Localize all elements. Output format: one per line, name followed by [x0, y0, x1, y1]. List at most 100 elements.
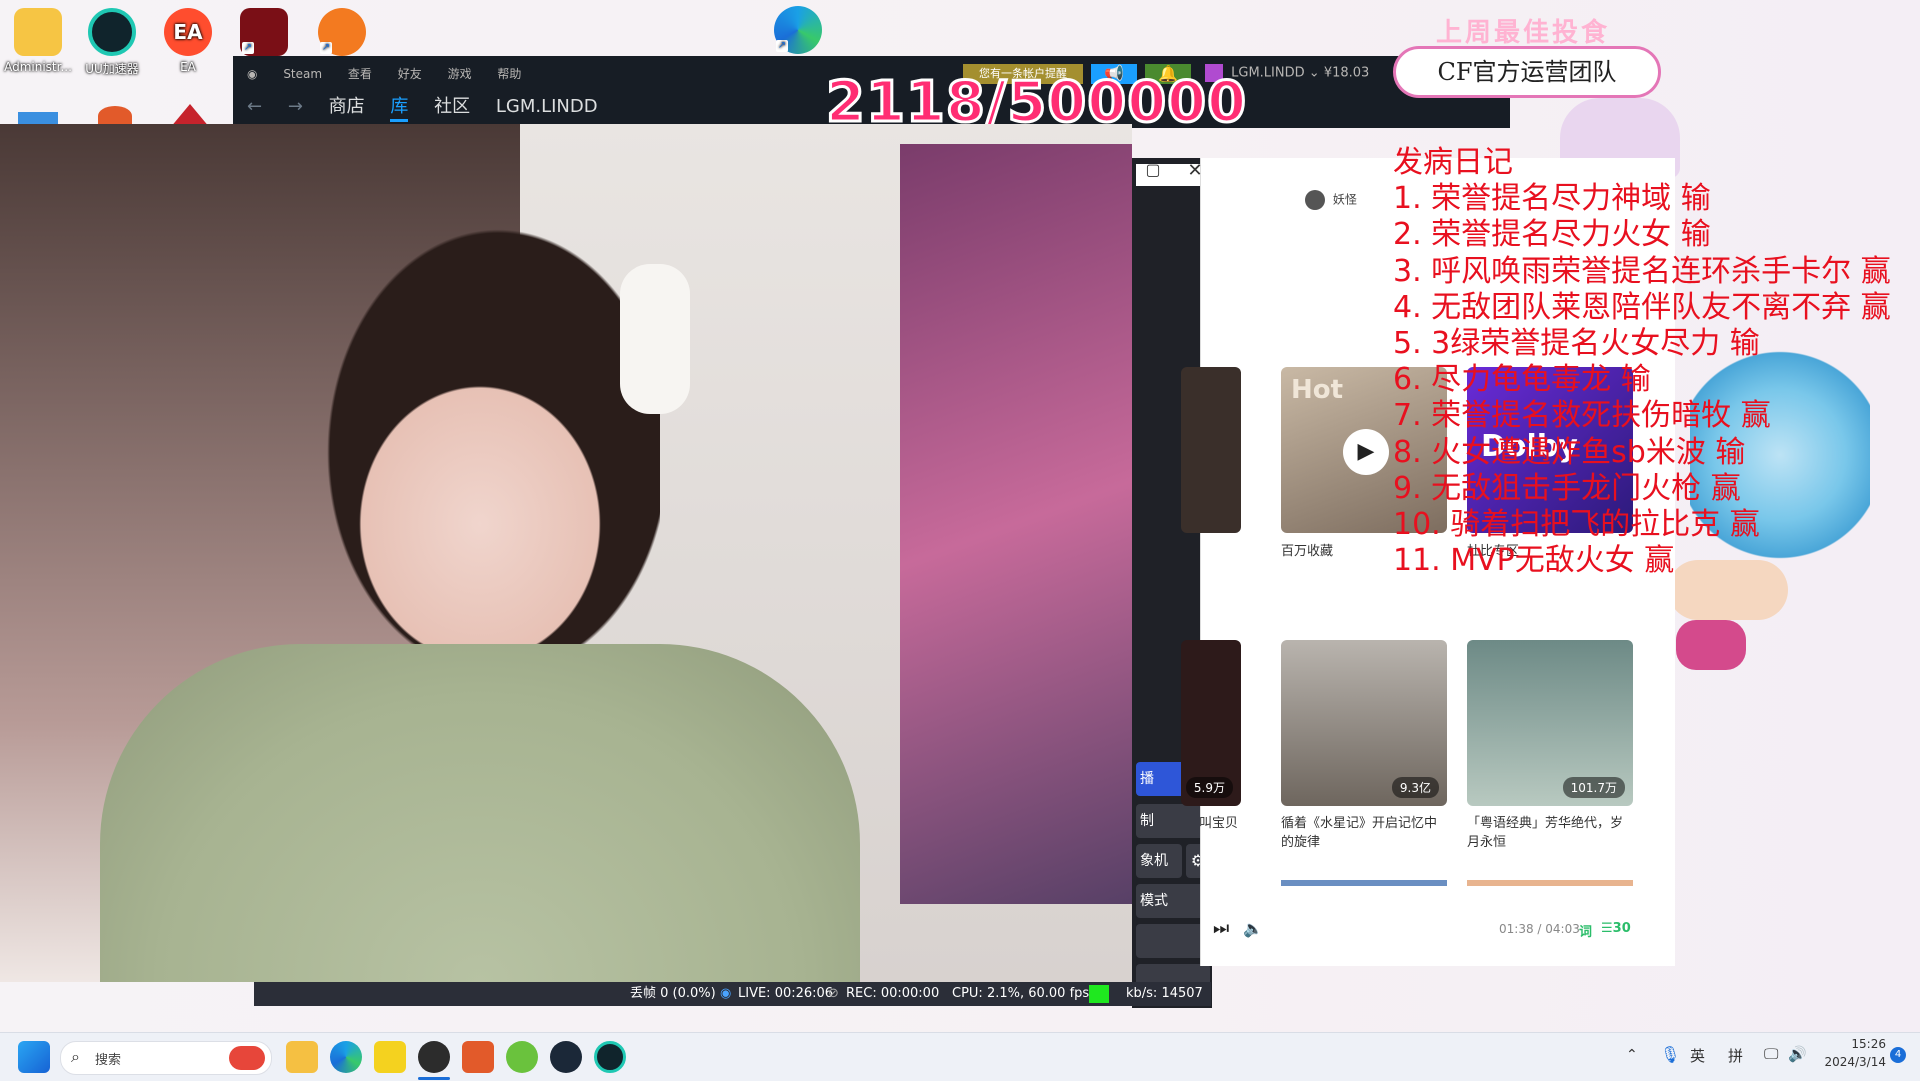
play-count: 101.7万	[1562, 777, 1625, 798]
play-count: 9.3亿	[1391, 777, 1439, 798]
queue-icon: ☰	[1601, 921, 1613, 936]
nav-profile[interactable]: LGM.LINDD	[496, 96, 598, 117]
ime-language[interactable]: 英	[1690, 1045, 1705, 1066]
clock-date[interactable]: 2024/3/14	[1818, 1055, 1886, 1069]
clock-time[interactable]: 15:26	[1826, 1037, 1886, 1051]
windows-start-icon[interactable]	[18, 1041, 50, 1073]
cpu-usage: CPU: 2.1%, 60.00 fps	[952, 986, 1090, 1001]
record-item: 5. 3绿荣誉提名火女尽力 输	[1393, 326, 1760, 362]
person-face	[340, 364, 620, 684]
playlist-card-partial[interactable]: 5.9万	[1181, 640, 1241, 806]
desktop-icon-label: UU加速器	[85, 62, 139, 76]
hot-badge: Hot	[1291, 375, 1344, 405]
maximize-icon[interactable]: ▢	[1141, 160, 1165, 184]
playlist-queue-button[interactable]: ☰30	[1601, 921, 1631, 936]
record-title: 发病日记	[1393, 145, 1513, 180]
record-item: 2. 荣誉提名尽力火女 输	[1393, 217, 1711, 253]
record-item: 7. 荣誉提名救死扶伤暗牧 赢	[1393, 398, 1771, 434]
ime-mode[interactable]: 拼	[1728, 1045, 1743, 1066]
back-arrow-icon[interactable]: ←	[247, 96, 262, 117]
menu-games[interactable]: 游戏	[448, 67, 472, 81]
record-icon: ⊘	[828, 986, 839, 1001]
playlist-caption: 「粤语经典」芳华绝代，岁月永恒	[1467, 816, 1624, 850]
uu-taskbar-icon[interactable]	[594, 1041, 626, 1073]
naraka-icon: ↗	[240, 8, 288, 56]
playlist-caption: 叫宝贝	[1199, 816, 1239, 831]
nav-library[interactable]: 库	[390, 96, 409, 122]
search-icon: ⌕	[71, 1047, 80, 1066]
playlist-card-mercury[interactable]: 9.3亿	[1281, 640, 1447, 806]
steam-taskbar-icon[interactable]	[550, 1041, 582, 1073]
record-item: 1. 荣誉提名尽力神域 输	[1393, 181, 1711, 217]
microphone-icon[interactable]: 🎙	[1660, 1045, 1680, 1064]
playlist-card-cantonese[interactable]: 101.7万	[1467, 640, 1633, 806]
virtual-camera-button[interactable]: 象机	[1136, 844, 1182, 878]
record-item: 3. 呼风唤雨荣誉提名连环杀手卡尔 赢	[1393, 253, 1891, 289]
desktop-icon-naraka[interactable]: ↗	[228, 8, 300, 60]
close-icon[interactable]: ✕	[1183, 160, 1207, 184]
app-taskbar-icon[interactable]	[506, 1041, 538, 1073]
menu-steam[interactable]: Steam	[283, 67, 322, 81]
lyrics-button[interactable]: 词	[1579, 921, 1592, 940]
play-icon[interactable]: ▶	[1343, 429, 1389, 475]
obs-taskbar-icon[interactable]	[418, 1041, 450, 1073]
orange-app-icon: ↗	[318, 8, 366, 56]
nav-community[interactable]: 社区	[434, 96, 470, 117]
webcam-feed	[0, 124, 1132, 982]
forward-arrow-icon[interactable]: →	[288, 96, 303, 117]
record-item: 8. 火女遭遇炸鱼sb米波 输	[1393, 434, 1746, 470]
rec-time: REC: 00:00:00	[846, 986, 940, 1001]
desktop-icon-administrator[interactable]: Administr...	[2, 8, 74, 74]
desktop-icon-partial[interactable]	[98, 106, 132, 126]
edge-browser-icon: ↗	[774, 6, 822, 54]
match-record-list: 发病日记 1. 荣誉提名尽力神域 输 2. 荣誉提名尽力火女 输 3. 呼风唤雨…	[1393, 145, 1891, 579]
next-track-icon[interactable]: ⏭	[1213, 918, 1229, 939]
queue-count: 30	[1612, 921, 1631, 936]
chevron-down-icon: ⌄	[1308, 65, 1320, 81]
menu-help[interactable]: 帮助	[497, 67, 521, 81]
settings-button[interactable]	[1136, 924, 1210, 958]
live-time: LIVE: 00:26:06	[738, 986, 834, 1001]
desktop-icon-label: EA	[180, 60, 196, 74]
file-explorer-icon[interactable]	[286, 1041, 318, 1073]
user-name: 妖怪	[1332, 192, 1357, 207]
network-icon[interactable]: 🖵	[1764, 1045, 1778, 1063]
record-item: 11. MVP无敌火女 赢	[1393, 543, 1675, 579]
studio-mode-button[interactable]: 模式	[1136, 884, 1210, 918]
poster-wall	[900, 144, 1132, 904]
taskbar-search-box[interactable]: ⌕ 搜索	[60, 1041, 272, 1075]
user-badge[interactable]: 妖怪	[1305, 190, 1357, 210]
search-placeholder: 搜索	[95, 1053, 122, 1068]
playlist-card-peek[interactable]	[1281, 880, 1447, 886]
app-taskbar-icon[interactable]	[374, 1041, 406, 1073]
stream-health-indicator	[1089, 985, 1109, 1003]
hair-clip	[620, 264, 690, 414]
ea-app-icon: EA	[164, 8, 212, 56]
edge-taskbar-icon[interactable]	[330, 1041, 362, 1073]
desktop-icon-ea[interactable]: EA EA	[152, 8, 224, 74]
playlist-card-partial[interactable]	[1181, 367, 1241, 533]
steam-menu-bar: ◉ Steam 查看 好友 游戏 帮助	[247, 65, 543, 82]
person-pajamas	[100, 644, 860, 982]
play-count: 5.9万	[1185, 777, 1233, 798]
menu-friends[interactable]: 好友	[398, 67, 422, 81]
taskbar: ⌕ 搜索 ⌃ 🎙 英 拼 🖵 🔊 15:26 2024/3/14 4	[0, 1032, 1920, 1081]
desktop-icon-uu[interactable]: UU加速器	[76, 8, 148, 77]
nav-store[interactable]: 商店	[329, 96, 365, 117]
desktop-icon-edge[interactable]: ↗	[762, 6, 834, 58]
speaker-icon[interactable]: 🔊	[1788, 1045, 1807, 1063]
chevron-up-icon[interactable]: ⌃	[1626, 1047, 1638, 1063]
menu-view[interactable]: 查看	[348, 67, 372, 81]
steam-nav: ← → 商店 库 社区 LGM.LINDD	[247, 92, 618, 122]
playlist-card-peek[interactable]	[1467, 880, 1633, 886]
desktop-icon-label: Administr...	[4, 60, 72, 74]
desktop-icon-orange-app[interactable]: ↗	[306, 8, 378, 60]
record-item: 9. 无敌狙击手龙门火枪 赢	[1393, 470, 1741, 506]
app-taskbar-icon[interactable]	[462, 1041, 494, 1073]
avatar	[1305, 190, 1325, 210]
notification-badge[interactable]: 4	[1890, 1047, 1906, 1063]
cf-team-badge: CF官方运营团队	[1393, 46, 1661, 98]
record-item: 6. 尽力龟龟毒龙 输	[1393, 362, 1651, 398]
bitrate: kb/s: 14507	[1126, 986, 1203, 1001]
volume-icon[interactable]: 🔈	[1243, 919, 1263, 938]
